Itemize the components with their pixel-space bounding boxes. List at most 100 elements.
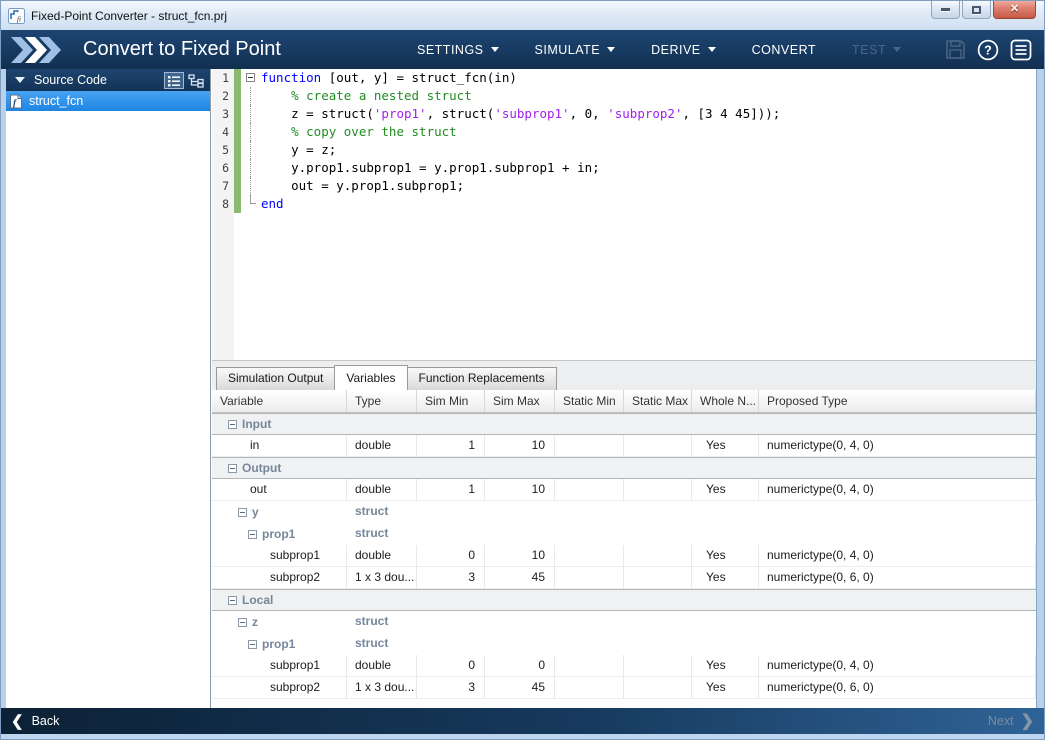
column-header-sim-max[interactable]: Sim Max <box>485 390 555 412</box>
static-min-cell <box>555 567 624 589</box>
column-header-proposed-type[interactable]: Proposed Type <box>759 390 1036 412</box>
whole-number-cell: Yes <box>692 545 759 567</box>
variable-row-in[interactable]: indouble110Yesnumerictype(0, 4, 0) <box>212 435 1036 457</box>
section-label: Local <box>242 593 273 607</box>
code-segment: % create a nested struct <box>261 88 472 103</box>
code-line: 6 y.prop1.subprop1 = y.prop1.subprop1 + … <box>212 159 1036 177</box>
menu-label: SETTINGS <box>417 43 484 57</box>
window-controls: ✕ <box>931 1 1036 19</box>
column-header-sim-min[interactable]: Sim Min <box>417 390 485 412</box>
help-icon[interactable]: ? <box>977 39 999 61</box>
menu-derive[interactable]: DERIVE <box>651 43 716 57</box>
column-header-type[interactable]: Type <box>347 390 417 412</box>
struct-row-prop1[interactable]: prop1struct <box>212 633 1036 655</box>
column-header-variable[interactable]: Variable <box>212 390 347 412</box>
type-cell: 1 x 3 dou... <box>347 677 417 699</box>
whole-number-cell: Yes <box>692 677 759 699</box>
menu-simulate[interactable]: SIMULATE <box>535 43 616 57</box>
section-row-output[interactable]: Output <box>212 457 1036 479</box>
struct-row-z[interactable]: zstruct <box>212 611 1036 633</box>
empty-cell <box>555 523 624 545</box>
coverage-bar <box>234 195 241 213</box>
static-min-cell <box>555 677 624 699</box>
variable-row-subprop1[interactable]: subprop1double010Yesnumerictype(0, 4, 0) <box>212 545 1036 567</box>
empty-cell <box>692 501 759 523</box>
tree-view-icon[interactable] <box>187 72 206 89</box>
maximize-button[interactable] <box>962 1 991 19</box>
variable-cell: prop1 <box>212 633 347 655</box>
collapse-icon[interactable] <box>228 420 237 429</box>
code-line: 4 % copy over the struct <box>212 123 1036 141</box>
static-max-cell <box>624 655 692 677</box>
column-header-whole-n[interactable]: Whole N... <box>692 390 759 412</box>
sim-max-cell: 10 <box>485 545 555 567</box>
fold-column <box>241 195 261 213</box>
menu-icon[interactable] <box>1010 39 1032 61</box>
menu-test: TEST <box>852 43 901 57</box>
empty-cell <box>417 523 485 545</box>
chevron-down-icon <box>491 47 499 52</box>
struct-row-y[interactable]: ystruct <box>212 501 1036 523</box>
section-row-local[interactable]: Local <box>212 589 1036 611</box>
code-segment: z = struct( <box>261 106 374 121</box>
svg-text:fi: fi <box>17 15 21 23</box>
code-line: 3 z = struct('prop1', struct('subprop1',… <box>212 105 1036 123</box>
line-number: 5 <box>212 141 234 159</box>
code-line: 5 y = z; <box>212 141 1036 159</box>
sim-min-cell: 3 <box>417 567 485 589</box>
menu-label: CONVERT <box>752 43 816 57</box>
tab-simulation-output[interactable]: Simulation Output <box>216 367 335 390</box>
sidebar-item-struct-fcn[interactable]: fstruct_fcn <box>6 91 210 111</box>
bottom-panel-tabs: Simulation OutputVariablesFunction Repla… <box>212 360 1036 390</box>
code-editor[interactable]: 1function [out, y] = struct_fcn(in)2 % c… <box>212 69 1036 360</box>
variable-name: prop1 <box>262 524 295 545</box>
variable-row-out[interactable]: outdouble110Yesnumerictype(0, 4, 0) <box>212 479 1036 501</box>
chevron-logo-icon <box>11 37 67 63</box>
column-header-static-max[interactable]: Static Max <box>624 390 692 412</box>
menu-settings[interactable]: SETTINGS <box>417 43 499 57</box>
proposed-type-cell: numerictype(0, 4, 0) <box>759 479 1036 501</box>
column-header-static-min[interactable]: Static Min <box>555 390 624 412</box>
chevron-down-icon <box>607 47 615 52</box>
code-segment: 'subprop1' <box>494 106 569 121</box>
struct-row-prop1[interactable]: prop1 struct <box>212 523 1036 545</box>
variable-row-subprop2[interactable]: subprop21 x 3 dou...345Yesnumerictype(0,… <box>212 677 1036 699</box>
menu-convert[interactable]: CONVERT <box>752 43 816 57</box>
static-max-cell <box>624 567 692 589</box>
fold-guide <box>250 105 251 123</box>
chevron-down-icon <box>15 77 25 83</box>
table-header: VariableTypeSim MinSim MaxStatic MinStat… <box>212 390 1036 413</box>
empty-cell <box>417 611 485 633</box>
collapse-icon[interactable] <box>228 596 237 605</box>
collapse-icon[interactable] <box>238 508 247 517</box>
variable-row-subprop2[interactable]: subprop21 x 3 dou...345Yesnumerictype(0,… <box>212 567 1036 589</box>
collapse-icon[interactable] <box>238 618 247 627</box>
section-row-input[interactable]: Input <box>212 413 1036 435</box>
code-text: end <box>261 195 284 213</box>
code-text: out = y.prop1.subprop1; <box>261 177 464 195</box>
list-view-icon[interactable] <box>164 72 184 89</box>
variable-name: prop1 <box>262 634 295 655</box>
save-icon <box>945 39 966 60</box>
minimize-button[interactable] <box>931 1 960 19</box>
collapse-icon[interactable] <box>248 640 257 649</box>
minimize-icon <box>941 8 950 11</box>
menu-label: SIMULATE <box>535 43 601 57</box>
collapse-icon[interactable] <box>228 464 237 473</box>
code-text: % copy over the struct <box>261 123 457 141</box>
sim-max-cell: 45 <box>485 567 555 589</box>
close-button[interactable]: ✕ <box>993 1 1036 19</box>
tab-function-replacements[interactable]: Function Replacements <box>407 367 557 390</box>
variable-row-subprop1[interactable]: subprop1double00Yesnumerictype(0, 4, 0) <box>212 655 1036 677</box>
back-button[interactable]: ❮ Back <box>11 712 59 730</box>
tab-variables[interactable]: Variables <box>334 365 407 390</box>
source-code-header[interactable]: Source Code <box>6 69 210 91</box>
type-cell: 1 x 3 dou... <box>347 567 417 589</box>
sim-max-cell: 0 <box>485 655 555 677</box>
fold-toggle-icon[interactable] <box>246 73 255 82</box>
line-number: 7 <box>212 177 234 195</box>
code-segment: y = z; <box>261 142 336 157</box>
collapse-icon[interactable] <box>248 530 257 539</box>
next-button: Next ❯ <box>988 711 1034 731</box>
type-cell: struct <box>347 523 417 545</box>
